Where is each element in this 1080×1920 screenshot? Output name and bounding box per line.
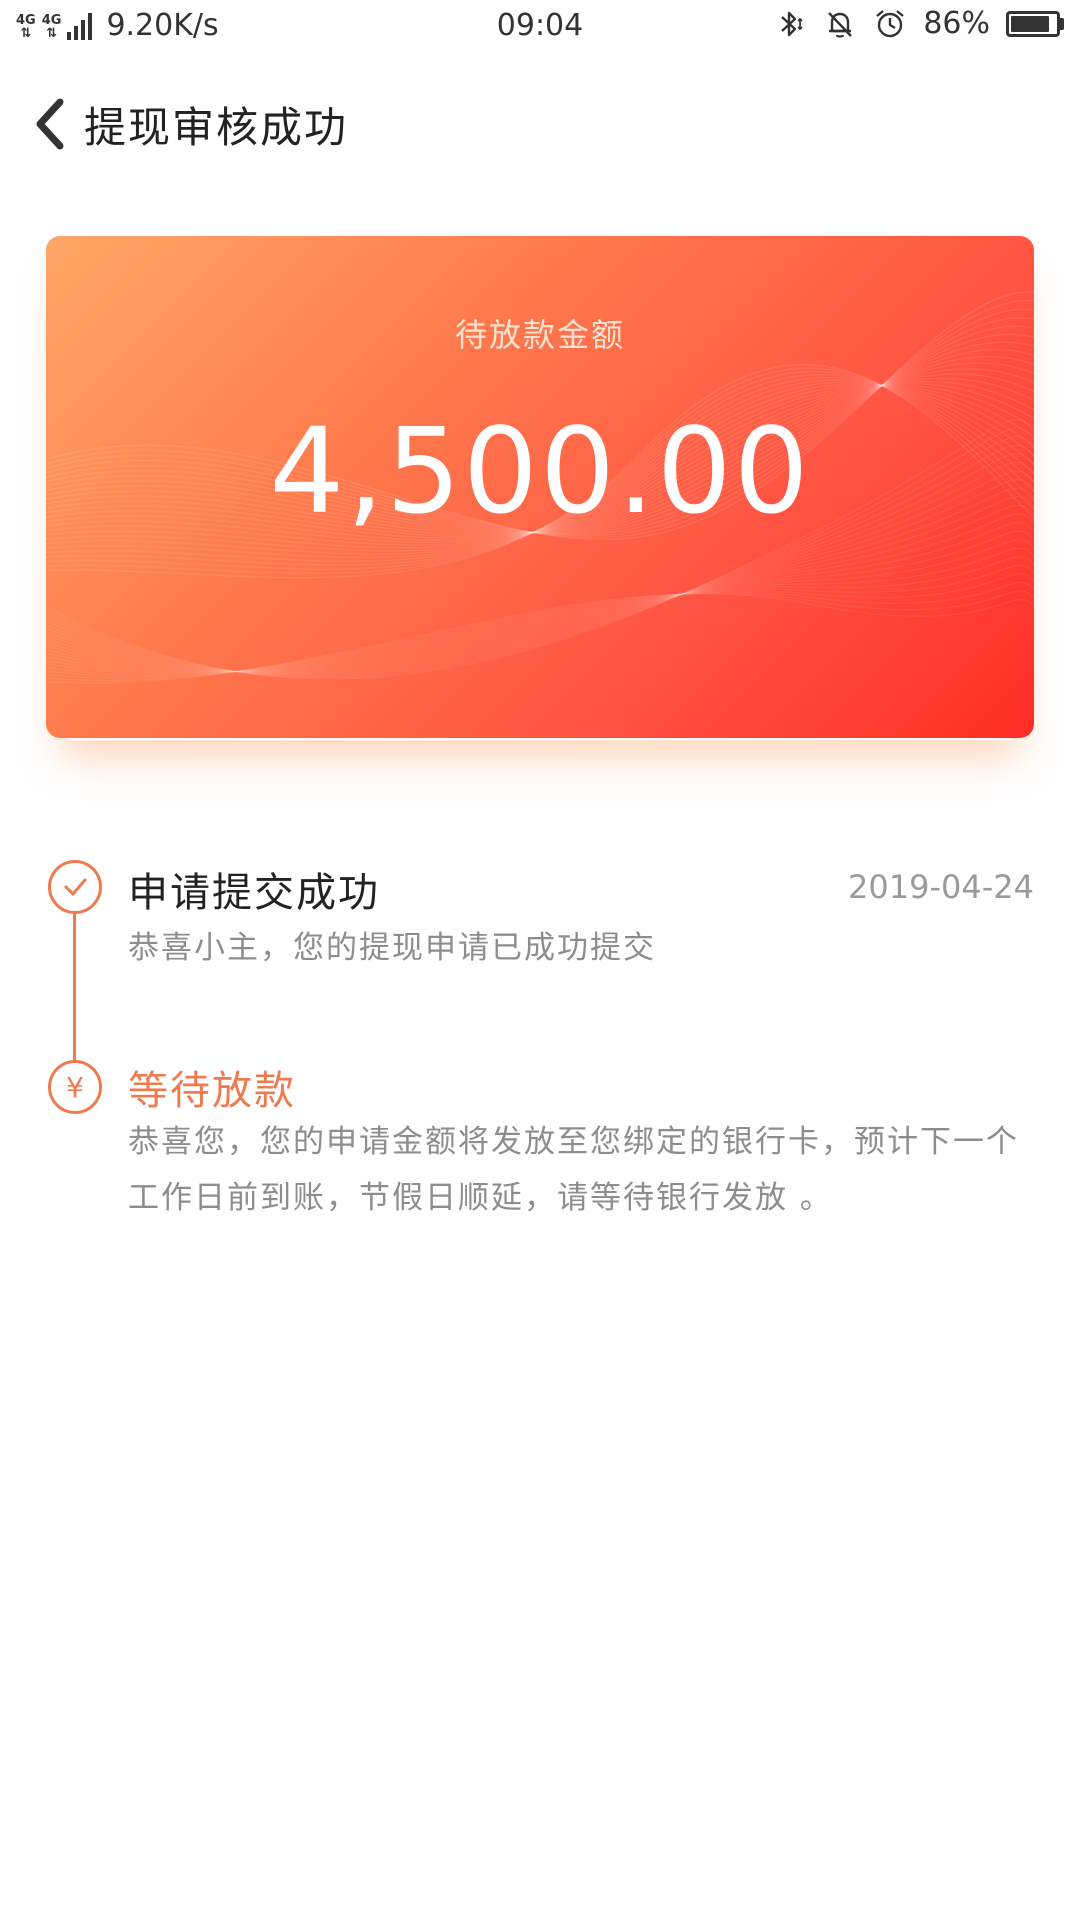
yen-icon: ¥ (48, 1060, 102, 1114)
wave-line (46, 573, 1034, 678)
step-date: 2019-04-24 (848, 868, 1034, 906)
battery-icon (1006, 10, 1064, 37)
timeline-connector (73, 912, 76, 1072)
amount-label: 待放款金额 (454, 316, 625, 354)
yen-symbol: ¥ (66, 1070, 84, 1104)
step-desc-waiting: 恭喜您，您的申请金额将发放至您绑定的银行卡，预计下一个工作日前到账，节假日顺延，… (128, 1124, 1019, 1216)
page-title: 提现审核成功 (84, 103, 349, 152)
battery-cap (1060, 17, 1064, 30)
battery-percent: 86% (923, 6, 990, 41)
bluetooth-icon (781, 11, 803, 36)
check-icon (48, 860, 102, 914)
battery-body (1006, 10, 1060, 37)
amount-card: 待放款金额 4,500.00 (46, 236, 1034, 738)
wave-line (46, 530, 1034, 673)
step-title-submitted: 申请提交成功 (128, 870, 380, 916)
status-right: 86% (773, 6, 1064, 41)
chevron-left-icon[interactable] (30, 96, 70, 152)
status-bar: 4G ⇅ 4G ⇅ 9.20K/s 09:04 86% (0, 0, 1080, 54)
step-desc-submitted: 恭喜小主，您的提现申请已成功提交 (128, 930, 656, 966)
alarm-icon (876, 9, 905, 37)
step-title-waiting: 等待放款 (128, 1068, 296, 1114)
bell-muted-icon (828, 11, 853, 38)
amount-value: 4,500.00 (269, 402, 811, 540)
page-header: 提现审核成功 (0, 80, 1080, 160)
battery-fill (1011, 15, 1049, 32)
wave-line (46, 564, 1034, 676)
